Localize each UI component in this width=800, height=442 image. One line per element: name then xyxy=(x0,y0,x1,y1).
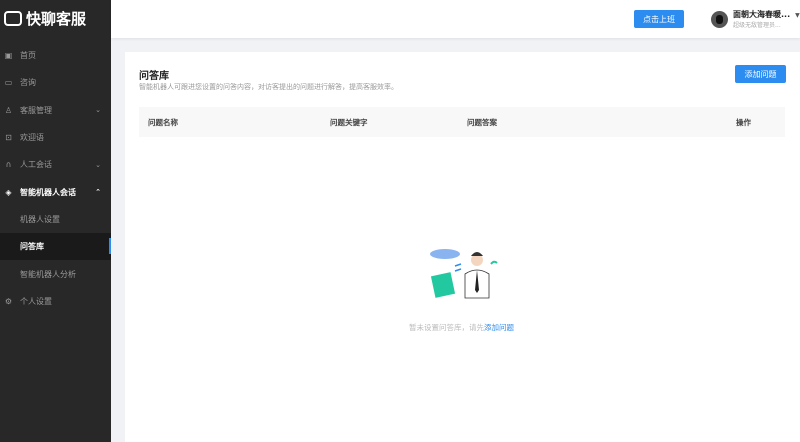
logo-icon xyxy=(4,10,22,26)
add-question-button[interactable]: 添加问题 xyxy=(735,65,786,83)
users-icon: ♙ xyxy=(4,105,13,115)
column-header: 问题名称 xyxy=(148,118,178,127)
robot-icon: ◈ xyxy=(5,187,12,197)
gear-icon: ⚙ xyxy=(4,296,13,306)
home-icon: ▣ xyxy=(4,51,13,61)
sidebar-item-welcome[interactable]: ⊡ 欢迎语 xyxy=(0,124,111,151)
main-panel: 问答库 智能机器人可跟进您设置的问答内容，对访客提出的问题进行解答，提高客服效率… xyxy=(125,52,800,442)
logo: 快聊客服 xyxy=(0,0,111,36)
page-title: 问答库 xyxy=(139,71,169,82)
empty-state-text: 暂未设置问答库，请先添加问题 xyxy=(409,323,514,332)
chat-icon: ▭ xyxy=(4,78,13,88)
chevron-down-icon: ⌄ xyxy=(95,160,101,169)
sidebar-item-staff[interactable]: ♙ 客服管理 ⌄ xyxy=(0,97,111,124)
add-question-link[interactable]: 添加问题 xyxy=(484,323,514,332)
sidebar: 快聊客服 ▣ 首页 ▭ 咨询 ♙ 客服管理 ⌄ ⊡ 欢迎语 ∩ 人工会话 ⌄ ◈ 智能机器人会话… xyxy=(0,0,111,442)
chevron-down-icon: ⌄ xyxy=(95,106,101,115)
sidebar-item-home[interactable]: ▣ 首页 xyxy=(0,42,111,69)
sidebar-item-manual[interactable]: ∩ 人工会话 ⌄ xyxy=(0,151,111,178)
sidebar-item-robot-settings[interactable]: 机器人设置 xyxy=(0,206,111,233)
column-header: 操作 xyxy=(736,118,751,127)
chevron-up-icon: ⌃ xyxy=(95,188,101,197)
user-menu[interactable]: 面朝大海春暖... 超级无敌管理员... ▼ xyxy=(711,9,800,29)
clock-in-button[interactable]: 点击上班 xyxy=(634,10,684,28)
sidebar-item-personal[interactable]: ⚙ 个人设置 xyxy=(0,288,111,315)
sidebar-item-robot[interactable]: ◈ 智能机器人会话 ⌃ xyxy=(0,178,111,205)
page-description: 智能机器人可跟进您设置的问答内容，对访客提出的问题进行解答，提高客服效率。 xyxy=(139,83,398,91)
sidebar-item-consult[interactable]: ▭ 咨询 xyxy=(0,69,111,96)
empty-illustration xyxy=(430,249,498,299)
column-header: 问题答案 xyxy=(467,118,497,127)
column-header: 问题关键字 xyxy=(330,118,368,127)
avatar xyxy=(711,10,728,28)
caret-down-icon: ▼ xyxy=(795,11,800,19)
table-header: 问题名称 问题关键字 问题答案 操作 xyxy=(139,107,785,137)
headset-icon: ∩ xyxy=(5,160,12,170)
welcome-icon: ⊡ xyxy=(5,133,12,143)
sidebar-item-robot-analysis[interactable]: 智能机器人分析 xyxy=(0,260,111,287)
header: 点击上班 面朝大海春暖... 超级无敌管理员... ▼ xyxy=(111,0,800,38)
sidebar-item-qa-library[interactable]: 问答库 xyxy=(0,233,111,261)
